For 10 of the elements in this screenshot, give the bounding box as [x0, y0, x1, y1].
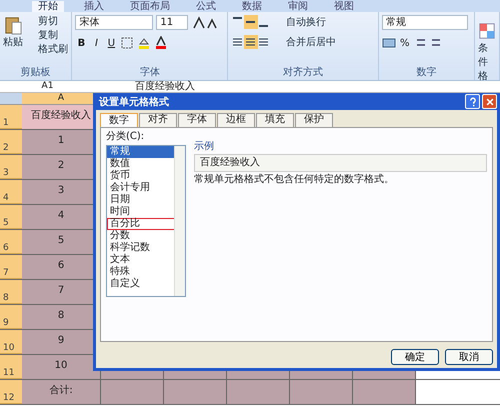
- format-description: 常规单元格格式不包含任何特定的数字格式。: [194, 173, 395, 186]
- sample-box: 百度经验收入: [194, 154, 487, 172]
- sample-label: 示例: [194, 141, 215, 153]
- group-label: 剪贴板: [20, 67, 52, 79]
- table-cell: 合计:: [22, 380, 101, 404]
- group-label: 字体: [138, 67, 161, 79]
- group-label: 对齐方式: [282, 67, 324, 79]
- group-label: 数字: [415, 67, 438, 79]
- table-cell: 10: [22, 355, 101, 379]
- category-label: 分类(C):: [106, 131, 146, 143]
